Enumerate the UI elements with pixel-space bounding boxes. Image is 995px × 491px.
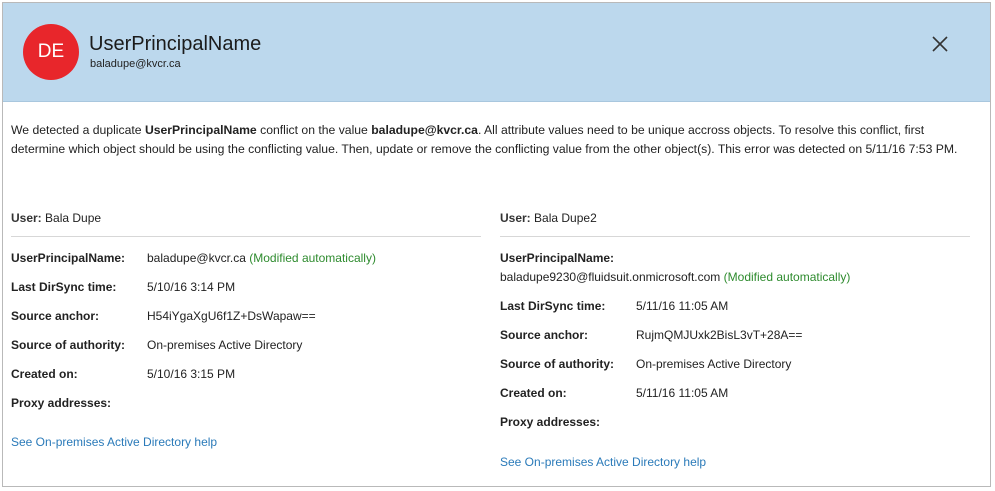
upn-value: baladupe@kvcr.ca (147, 251, 246, 265)
field-label: Created on: (11, 367, 78, 381)
field-label: Last DirSync time: (11, 280, 117, 294)
avatar: DE (23, 24, 79, 80)
close-button[interactable] (927, 31, 953, 57)
field-label: Source of authority: (11, 338, 126, 352)
user-label: User: (500, 211, 531, 225)
panel-title: UserPrincipalName (89, 33, 262, 55)
user-name: Bala Dupe (45, 211, 102, 225)
help-link-right[interactable]: See On-premises Active Directory help (500, 455, 706, 469)
error-details-panel: DE UserPrincipalName baladupe@kvcr.ca We… (2, 2, 991, 487)
field-label: UserPrincipalName: (11, 251, 126, 265)
modified-note: (Modified automatically) (249, 251, 376, 265)
field-label: Proxy addresses: (11, 396, 112, 410)
message-value: baladupe@kvcr.ca (371, 123, 478, 137)
field-label: Proxy addresses: (500, 415, 601, 429)
field-value: 5/10/16 3:14 PM (147, 280, 236, 294)
field-value: H54iYgaXgU6f1Z+DsWapaw== (147, 309, 316, 323)
field-label: Source anchor: (11, 309, 100, 323)
object-left: User: Bala Dupe UserPrincipalName: balad… (11, 211, 481, 471)
message-text-2: conflict on the value (256, 123, 372, 137)
field-label: Source anchor: (500, 328, 589, 342)
field-value: 5/11/16 11:05 AM (636, 299, 729, 313)
panel-header: DE UserPrincipalName baladupe@kvcr.ca (3, 3, 990, 102)
field-value: baladupe9230@fluidsuit.onmicrosoft.com (… (500, 270, 850, 284)
help-link-left[interactable]: See On-premises Active Directory help (11, 435, 217, 449)
field-value: On-premises Active Directory (636, 357, 792, 371)
field-label: Created on: (500, 386, 567, 400)
field-label: Last DirSync time: (500, 299, 606, 313)
field-value: 5/10/16 3:15 PM (147, 367, 236, 381)
user-heading-right: User: Bala Dupe2 (500, 211, 970, 237)
user-label: User: (11, 211, 42, 225)
object-right: User: Bala Dupe2 UserPrincipalName: bala… (500, 211, 970, 481)
user-heading-left: User: Bala Dupe (11, 211, 481, 237)
user-name: Bala Dupe2 (534, 211, 597, 225)
field-value: baladupe@kvcr.ca (Modified automatically… (147, 251, 376, 265)
field-value: 5/11/16 11:05 AM (636, 386, 729, 400)
close-icon (932, 36, 948, 52)
conflict-message: We detected a duplicate UserPrincipalNam… (11, 121, 971, 159)
field-value: On-premises Active Directory (147, 338, 303, 352)
field-label: Source of authority: (500, 357, 615, 371)
message-attribute: UserPrincipalName (144, 123, 257, 137)
modified-note: (Modified automatically) (723, 270, 851, 284)
field-label: UserPrincipalName: (500, 251, 615, 265)
field-value: RujmQMJUxk2BisL3vT+28A== (636, 328, 803, 342)
panel-subtitle: baladupe@kvcr.ca (90, 58, 181, 70)
upn-value: baladupe9230@fluidsuit.onmicrosoft.com (500, 270, 721, 284)
message-text-1: We detected a duplicate (11, 123, 145, 137)
